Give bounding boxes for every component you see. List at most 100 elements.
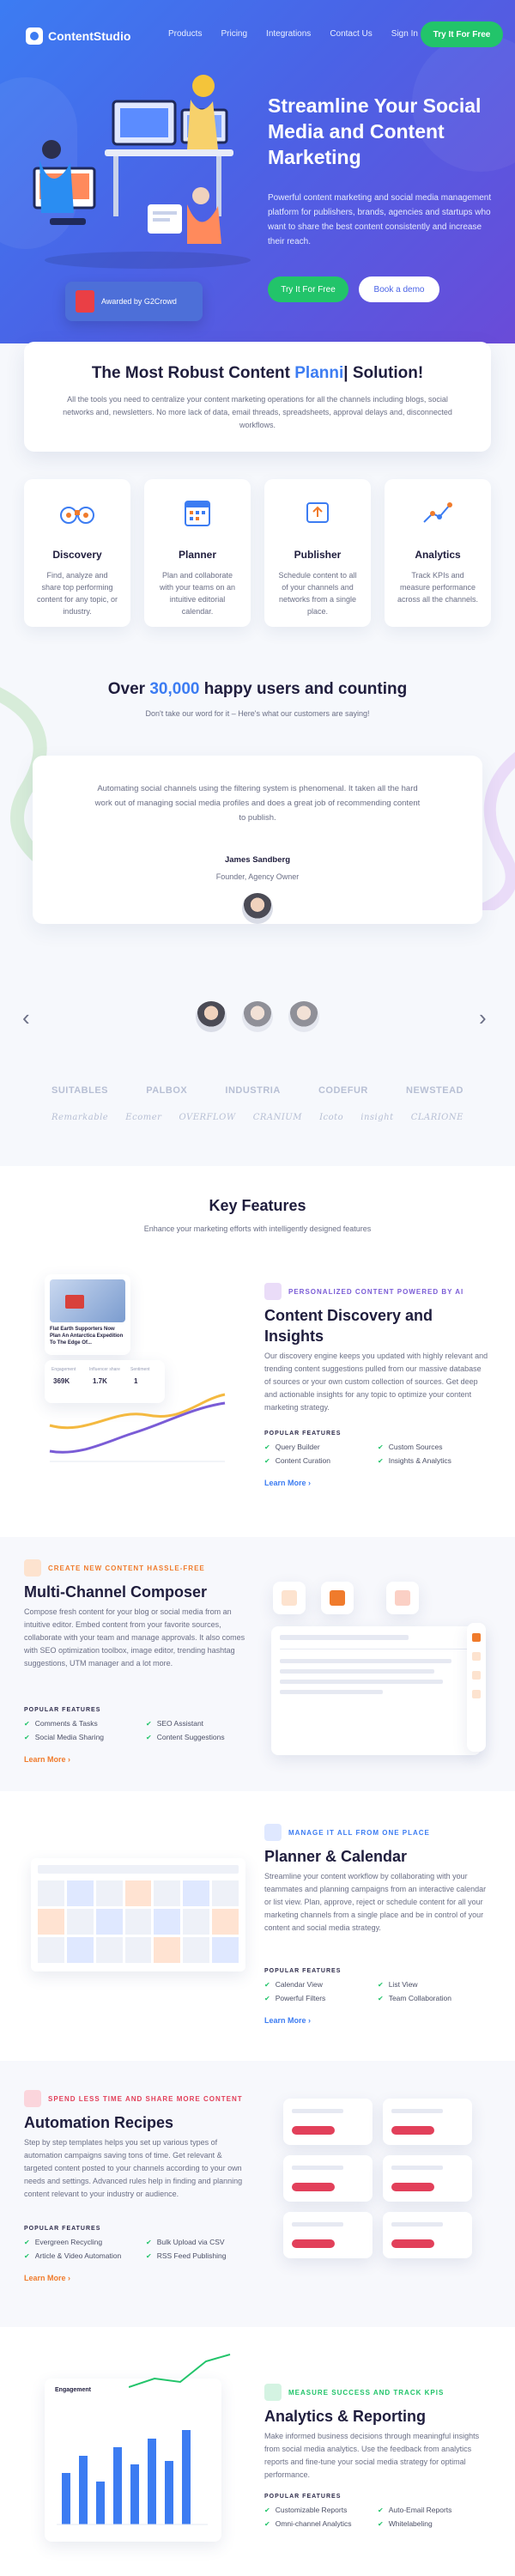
logo-text: ContentStudio — [48, 29, 131, 43]
article-title: Flat Earth Supporters Now Plan An Antarc… — [50, 1327, 124, 1346]
analytics-text: Make informed business decisions through… — [264, 2432, 480, 2479]
nav-sign-in[interactable]: Sign In — [391, 29, 418, 39]
client-logo: PALBOX — [146, 1085, 188, 1096]
recipe-card[interactable] — [283, 2099, 373, 2145]
client-logo: CLARIONE — [410, 1113, 464, 1122]
testimonial-name: James Sandberg — [224, 855, 291, 865]
hero-illustration — [33, 75, 251, 269]
solution-card: The Most Robust Content Planni| Solution… — [24, 342, 491, 452]
feature-item: Comments & Tasks — [24, 1719, 98, 1728]
planner-learn-more-link[interactable]: Learn More › — [264, 2016, 311, 2025]
carousel-avatar-3[interactable] — [288, 1001, 319, 1032]
feature-item: Content Curation — [264, 1456, 330, 1465]
nav-pricing[interactable]: Pricing — [221, 29, 247, 39]
solution-title: The Most Robust Content Planni| Solution… — [91, 364, 424, 382]
feature-item: Calendar View — [264, 1980, 323, 1989]
card-planner[interactable]: Planner Plan and collaborate with your t… — [144, 479, 251, 627]
recipe-card[interactable] — [383, 2212, 472, 2258]
kpi-icon — [264, 2384, 282, 2401]
feature-item: Custom Sources — [378, 1443, 443, 1451]
carousel-prev-arrow-icon[interactable]: ‹ — [22, 1005, 30, 1031]
automation-learn-more-link[interactable]: Learn More › — [24, 2274, 70, 2282]
key-features-title: Key Features — [209, 1197, 306, 1214]
calendar-icon — [185, 501, 210, 526]
hero-title: Streamline Your Social Media and Content… — [268, 94, 482, 168]
tag-analytics: MEASURE SUCCESS AND TRACK KPIS — [264, 2384, 444, 2401]
testimonial-card: Automating social channels using the fil… — [33, 756, 482, 924]
header-try-free-button[interactable]: Try It For Free — [421, 21, 503, 47]
feature-item: Content Suggestions — [146, 1733, 225, 1741]
tag-discovery: PERSONALIZED CONTENT POWERED BY AI — [264, 1283, 464, 1300]
feature-item: Query Builder — [264, 1443, 320, 1451]
carousel-next-arrow-icon[interactable]: › — [479, 1005, 487, 1031]
award-text: Awarded by G2Crowd — [101, 297, 177, 306]
rss-icon — [321, 1582, 354, 1614]
client-logo: CRANIUM — [252, 1113, 302, 1122]
card-publisher[interactable]: Publisher Schedule content to all of you… — [264, 479, 371, 627]
popular-features-label: POPULAR FEATURES — [24, 1707, 101, 1713]
popular-features-label: POPULAR FEATURES — [24, 2226, 101, 2232]
analytics-icon — [423, 502, 452, 523]
feature-item: Insights & Analytics — [378, 1456, 451, 1465]
card-title: Planner — [178, 549, 216, 561]
card-title: Analytics — [415, 549, 461, 561]
feature-item: Customizable Reports — [264, 2506, 348, 2514]
client-logos-row-1: SUITABLES PALBOX INDUSTRIA CODEFUR NEWST… — [52, 1085, 464, 1096]
card-analytics[interactable]: Analytics Track KPIs and measure perform… — [385, 479, 491, 627]
hero-try-free-button[interactable]: Try It For Free — [268, 276, 348, 302]
client-logo: INDUSTRIA — [225, 1085, 281, 1096]
popular-features-label: POPULAR FEATURES — [264, 1431, 342, 1437]
g2crowd-award-badge[interactable]: Awarded by G2Crowd — [65, 282, 203, 321]
feature-item: Evergreen Recycling — [24, 2238, 102, 2246]
feature-item: Team Collaboration — [378, 1994, 451, 2002]
composer-learn-more-link[interactable]: Learn More › — [24, 1755, 70, 1764]
card-text: Track KPIs and measure performance acros… — [397, 571, 479, 604]
client-logo: Icoto — [319, 1113, 344, 1122]
image-embed-icon — [273, 1582, 306, 1614]
binoculars-icon — [60, 507, 94, 524]
discovery-text: Our discovery engine keeps you updated w… — [264, 1352, 488, 1412]
compose-icon — [24, 1559, 41, 1577]
carousel-avatar-1[interactable] — [196, 1001, 227, 1032]
card-discovery[interactable]: Discovery Find, analyze and share top pe… — [24, 479, 130, 627]
automation-title: Automation Recipes — [24, 2114, 174, 2131]
feature-item: Whitelabeling — [378, 2519, 433, 2528]
users-subtitle: Don't take our word for it – Here's what… — [145, 709, 370, 718]
analytics-title: Analytics & Reporting — [264, 2408, 427, 2425]
client-logo: Remarkable — [52, 1113, 109, 1122]
recipe-card[interactable] — [383, 2099, 472, 2145]
client-logo: SUITABLES — [52, 1085, 109, 1096]
feature-item: SEO Assistant — [146, 1719, 203, 1728]
nav-contact[interactable]: Contact Us — [330, 29, 372, 39]
brand-logo[interactable]: ContentStudio — [26, 27, 130, 45]
logo-mark-icon — [26, 27, 43, 45]
client-logos-row-2: Remarkable Ecomer OVERFLOW CRANIUM Icoto… — [52, 1113, 464, 1122]
insights-line-chart — [49, 1393, 226, 1462]
nav-integrations[interactable]: Integrations — [266, 29, 311, 39]
hero-subtitle: Powerful content marketing and social me… — [268, 193, 492, 246]
composer-title: Multi-Channel Composer — [24, 1583, 208, 1601]
tag-automation: SPEND LESS TIME AND SHARE MORE CONTENT — [24, 2090, 243, 2107]
feature-item: Omni-channel Analytics — [264, 2519, 352, 2528]
nav-products[interactable]: Products — [168, 29, 202, 39]
users-heading: Over 30,000 happy users and counting — [107, 680, 408, 698]
recipe-card[interactable] — [283, 2155, 373, 2202]
composer-sidebar-mock — [467, 1623, 486, 1752]
ai-icon — [264, 1283, 282, 1300]
analytics-chart-label: Engagement — [55, 2387, 92, 2393]
analytics-trend-line — [129, 2354, 231, 2388]
book-demo-button[interactable]: Book a demo — [359, 276, 439, 302]
recipe-card[interactable] — [283, 2212, 373, 2258]
client-logo: NEWSTEAD — [406, 1085, 464, 1096]
popular-features-label: POPULAR FEATURES — [264, 2494, 342, 2500]
video-embed-icon — [386, 1582, 419, 1614]
card-title: Publisher — [294, 549, 342, 561]
feature-item: Article & Video Automation — [24, 2251, 122, 2260]
discovery-learn-more-link[interactable]: Learn More › — [264, 1479, 311, 1487]
discovery-title: Content Discovery and Insights — [264, 1307, 433, 1345]
feature-item: Bulk Upload via CSV — [146, 2238, 225, 2246]
main-nav: Products Pricing Integrations Contact Us… — [168, 29, 418, 39]
recipe-card[interactable] — [383, 2155, 472, 2202]
carousel-avatar-2[interactable] — [242, 1001, 273, 1032]
planner-title: Planner & Calendar — [264, 1848, 408, 1865]
